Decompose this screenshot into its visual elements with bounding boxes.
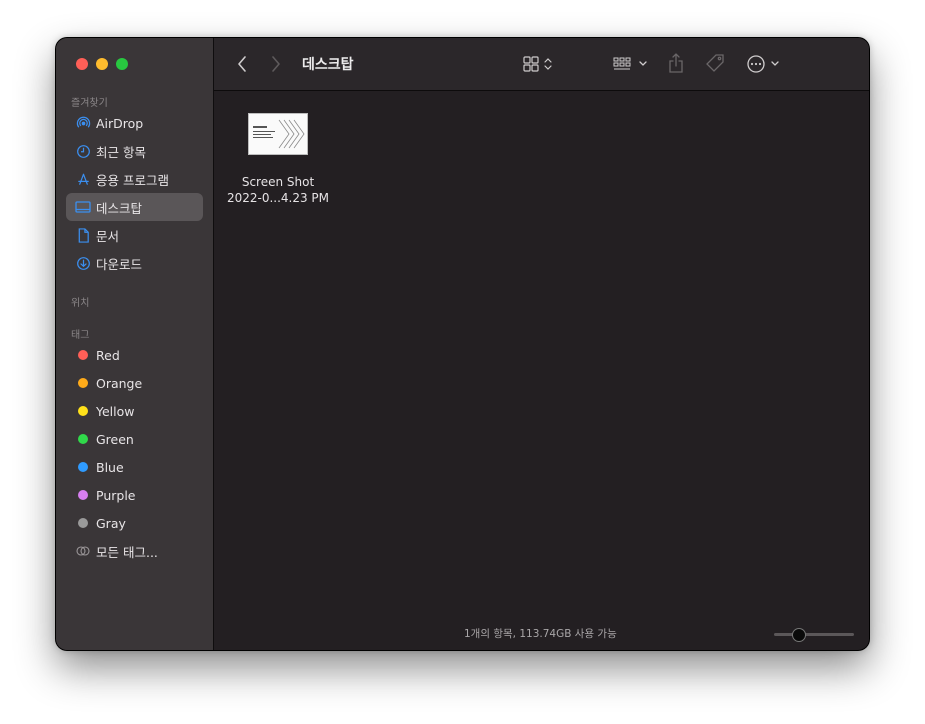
sidebar-tag-red[interactable]: Red <box>66 341 203 369</box>
tag-dot-green <box>78 434 88 444</box>
group-grid-icon <box>613 57 647 70</box>
sidebar-item-downloads[interactable]: 다운로드 <box>66 249 203 277</box>
tag-label: Gray <box>96 515 126 531</box>
download-icon <box>75 255 91 271</box>
tag-label: Blue <box>96 459 124 475</box>
sidebar-item-label: 최근 항목 <box>96 144 146 160</box>
sidebar-item-label: 문서 <box>96 228 120 244</box>
sidebar-all-tags[interactable]: 모든 태그... <box>66 537 203 565</box>
sidebar-tag-yellow[interactable]: Yellow <box>66 397 203 425</box>
screenshot-thumbnail <box>248 113 308 155</box>
airdrop-icon <box>75 115 91 131</box>
document-icon <box>75 227 91 243</box>
sidebar-item-desktop[interactable]: 데스크탑 <box>66 193 203 221</box>
sidebar-tag-green[interactable]: Green <box>66 425 203 453</box>
sidebar-item-documents[interactable]: 문서 <box>66 221 203 249</box>
icon-size-slider[interactable] <box>774 628 854 642</box>
tag-label: 모든 태그... <box>96 544 158 560</box>
tag-dot-orange <box>78 378 88 388</box>
sidebar-item-label: AirDrop <box>96 115 144 131</box>
zoom-window-button[interactable] <box>116 58 128 70</box>
more-actions-button[interactable] <box>746 53 782 75</box>
sidebar-tag-purple[interactable]: Purple <box>66 481 203 509</box>
tag-button[interactable] <box>704 52 726 74</box>
sidebar-item-applications[interactable]: 응용 프로그램 <box>66 165 203 193</box>
tag-label: Yellow <box>96 403 135 419</box>
chevron-left-icon <box>238 56 246 72</box>
tag-dot-yellow <box>78 406 88 416</box>
sidebar: 즐겨찾기 AirDrop 최근 항목 응용 프로그램 데스크탑 문서 다운로드 … <box>56 38 214 650</box>
file-item[interactable]: Screen Shot 2022-0...4.23 PM <box>224 113 332 206</box>
sidebar-tag-orange[interactable]: Orange <box>66 369 203 397</box>
toolbar: 데스크탑 <box>214 38 869 91</box>
all-tags-icon <box>75 543 91 559</box>
back-button[interactable] <box>234 54 250 74</box>
close-window-button[interactable] <box>76 58 88 70</box>
tag-label: Purple <box>96 487 136 503</box>
tag-dot-blue <box>78 462 88 472</box>
tag-icon <box>706 54 724 72</box>
icon-view-grid-icon <box>523 56 552 72</box>
file-browser-area[interactable]: Screen Shot 2022-0...4.23 PM 1개의 항목, 113… <box>214 91 869 650</box>
clock-icon <box>75 143 91 159</box>
view-mode-button[interactable] <box>522 54 558 74</box>
sidebar-item-label: 다운로드 <box>96 256 143 272</box>
forward-button[interactable] <box>268 54 284 74</box>
minimize-window-button[interactable] <box>96 58 108 70</box>
share-icon <box>669 53 683 73</box>
share-button[interactable] <box>666 52 686 74</box>
window-title: 데스크탑 <box>302 57 354 73</box>
tag-label: Red <box>96 347 120 363</box>
sidebar-item-recents[interactable]: 최근 항목 <box>66 137 203 165</box>
finder-window: 즐겨찾기 AirDrop 최근 항목 응용 프로그램 데스크탑 문서 다운로드 … <box>56 38 869 650</box>
ellipsis-circle-icon <box>747 55 779 73</box>
locations-section-title: 위치 <box>71 298 90 309</box>
tag-label: Orange <box>96 375 143 391</box>
tag-label: Green <box>96 431 134 447</box>
tags-section-title: 태그 <box>71 330 90 341</box>
file-name: Screen Shot 2022-0...4.23 PM <box>226 175 330 205</box>
tag-dot-red <box>78 350 88 360</box>
favorites-section-title: 즐겨찾기 <box>71 98 108 109</box>
group-by-button[interactable] <box>612 54 652 74</box>
sidebar-item-label: 응용 프로그램 <box>96 172 169 188</box>
sidebar-item-airdrop[interactable]: AirDrop <box>66 109 203 137</box>
tag-dot-purple <box>78 490 88 500</box>
status-bar: 1개의 항목, 113.74GB 사용 가능 <box>214 626 869 642</box>
sidebar-tag-gray[interactable]: Gray <box>66 509 203 537</box>
apps-icon <box>75 171 91 187</box>
status-text: 1개의 항목, 113.74GB 사용 가능 <box>464 628 617 640</box>
chevron-right-icon <box>272 56 280 72</box>
sidebar-tag-blue[interactable]: Blue <box>66 453 203 481</box>
slider-knob[interactable] <box>792 628 807 642</box>
tag-dot-gray <box>78 518 88 528</box>
sidebar-item-label: 데스크탑 <box>96 200 143 216</box>
desktop-icon <box>75 199 91 215</box>
